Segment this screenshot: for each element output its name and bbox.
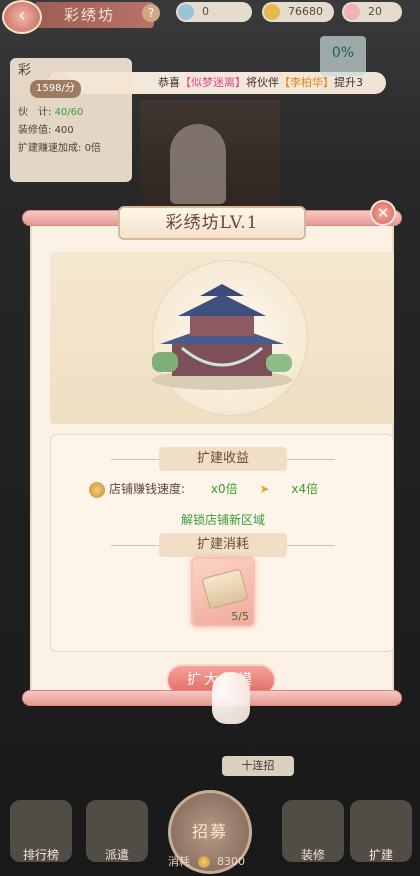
ticket-icon xyxy=(344,4,360,20)
shop-stats-panel: 彩 1598/分 伙 计: 40/60 装修值: 400 扩建赚速加成: 0倍 xyxy=(10,58,132,182)
speed-from: x0倍 xyxy=(210,482,238,496)
decor-label: 装修值: xyxy=(18,125,52,136)
speed-bonus-value: 0倍 xyxy=(84,143,101,154)
coin-icon xyxy=(264,4,280,20)
announce-prefix: 恭喜 xyxy=(158,76,180,89)
speed-bonus-label: 扩建赚速加成: xyxy=(18,143,82,154)
cost-label: 消耗 xyxy=(168,855,190,868)
unlock-text: 解锁店铺新区域 xyxy=(180,513,265,527)
gem-icon xyxy=(178,4,194,20)
resource-counter-3: 20 xyxy=(342,2,402,22)
speed-row: 店铺赚钱速度: x0倍 ➤ x4倍 xyxy=(89,479,369,499)
shop-building-preview xyxy=(50,252,394,424)
expand-dialog: 扩建收益 店铺赚钱速度: x0倍 ➤ x4倍 解锁店铺新区域 扩建消耗 5/5 … xyxy=(22,200,402,706)
dialog-title: 彩绣坊LV.1 xyxy=(118,206,306,240)
income-rate: 1598/分 xyxy=(30,80,81,98)
rank-label: 排行榜 xyxy=(22,848,59,862)
arrow-right-icon: ➤ xyxy=(259,482,270,496)
help-button[interactable]: ? xyxy=(142,4,160,22)
close-icon: ✕ xyxy=(376,204,390,222)
expand-info-panel: 扩建收益 店铺赚钱速度: x0倍 ➤ x4倍 解锁店铺新区域 扩建消耗 5/5 xyxy=(50,434,394,652)
decorate-label: 装修 xyxy=(300,848,325,862)
item-count: 5/5 xyxy=(231,610,249,623)
scroll-icon xyxy=(201,568,249,610)
speed-label: 店铺赚钱速度: xyxy=(109,482,186,496)
close-button[interactable]: ✕ xyxy=(370,200,396,226)
recruit-cost: 消耗 8300 xyxy=(168,852,264,872)
shop-title: 彩绣坊 xyxy=(34,2,154,28)
announce-partner-name: 【李柏华】 xyxy=(279,76,334,89)
coin-icon xyxy=(89,481,105,498)
scroll-item-card[interactable]: 5/5 xyxy=(191,557,255,627)
partners-label: 伙 计: xyxy=(18,107,52,118)
gain-section-title: 扩建收益 xyxy=(159,447,287,471)
decor-value: 400 xyxy=(54,125,74,136)
pointer-hand-icon xyxy=(212,672,250,724)
announce-suffix: 提升3 xyxy=(334,76,363,89)
back-arrow-icon: ‹ xyxy=(18,5,26,26)
resource-counter-coins: 76680 xyxy=(262,2,334,22)
pavilion-icon xyxy=(152,284,292,390)
resource-counter-1: 0 xyxy=(176,2,252,22)
top-bar: 彩绣坊 ‹ ? 0 76680 20 xyxy=(0,0,420,34)
partners-value: 40/60 xyxy=(54,107,84,118)
progress-percent: 0% xyxy=(320,36,366,76)
cost-section-title: 扩建消耗 xyxy=(159,533,287,557)
announce-player-name: 【似梦迷离】 xyxy=(180,76,246,89)
announce-mid: 将伙伴 xyxy=(246,76,279,89)
expand-nav-label: 扩建 xyxy=(368,848,393,862)
dialog-paper: 扩建收益 店铺赚钱速度: x0倍 ➤ x4倍 解锁店铺新区域 扩建消耗 5/5 … xyxy=(30,222,394,696)
back-button[interactable]: ‹ xyxy=(2,0,42,34)
cost-value: 8300 xyxy=(217,855,245,868)
coin-icon xyxy=(197,856,210,868)
dispatch-label: 派遣 xyxy=(104,848,129,862)
shop-name: 彩 xyxy=(18,63,32,78)
speed-to: x4倍 xyxy=(291,482,319,496)
ten-draw-button[interactable]: 十连招 xyxy=(222,756,294,776)
